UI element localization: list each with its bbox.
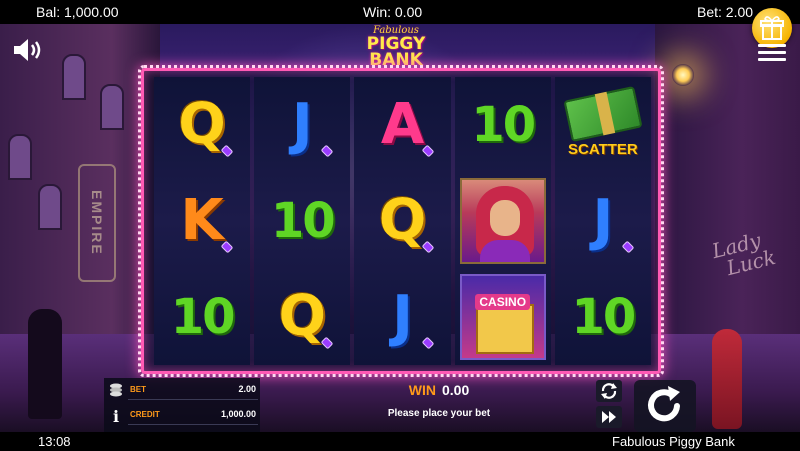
spin-icon[interactable] <box>634 380 696 432</box>
bottom-hud: i BET 2.00 CREDIT 1,000.00 WIN 0.00 Pleas… <box>104 378 696 432</box>
reel-symbol[interactable]: 10 <box>555 269 651 365</box>
reel-symbol[interactable]: K <box>154 173 250 269</box>
coins-icon[interactable] <box>108 382 124 398</box>
empire-sign: EMPIRE <box>78 164 116 282</box>
symbol-text: K <box>180 188 224 253</box>
building-window <box>100 84 124 130</box>
symbol-text: Q <box>278 284 327 349</box>
scatter-label: SCATTER <box>568 140 638 158</box>
autoplay-icon[interactable] <box>596 380 622 402</box>
bet-value: 2.00 <box>238 384 256 394</box>
portrait-dress <box>479 240 530 262</box>
bet-label: BET <box>130 385 146 394</box>
info-icon[interactable]: i <box>108 407 124 427</box>
symbol-text: 10 <box>270 193 336 249</box>
reel-frame: Q K 10 J 10 Q A Q J 10 CASINO SCATTER J 10 <box>138 65 664 377</box>
bet-row: BET 2.00 <box>128 380 258 400</box>
clock-time: 13:08 <box>38 434 71 449</box>
credit-value: 1,000.00 <box>220 409 256 419</box>
game-name: Fabulous Piggy Bank <box>612 434 735 449</box>
symbol-text: 10 <box>571 289 637 345</box>
building-window <box>8 134 32 180</box>
reel-symbol[interactable]: Q <box>254 269 350 365</box>
symbol-text: 10 <box>471 97 536 153</box>
man-silhouette <box>28 309 62 419</box>
reel-5: SCATTER J 10 <box>554 77 652 365</box>
menu-icon[interactable] <box>758 44 786 62</box>
gem-icon <box>321 144 334 158</box>
woman-figure <box>712 329 742 429</box>
money-stack-icon <box>563 85 643 142</box>
reel-symbol[interactable]: 10 <box>154 269 250 365</box>
reel-symbol[interactable]: J <box>555 173 651 269</box>
win-value: 0.00 <box>441 382 470 398</box>
reel-4: 10 CASINO <box>454 77 551 365</box>
reel-symbol[interactable] <box>455 173 551 269</box>
top-status-bar: Bal: 1,000.00 Win: 0.00 Bet: 2.00 <box>0 0 800 24</box>
symbol-text: A <box>380 92 425 157</box>
reel-1: Q K 10 <box>154 77 251 365</box>
logo-line3: BANK <box>369 50 423 70</box>
symbol-text: J <box>592 188 614 253</box>
street-lamp <box>672 64 694 86</box>
turbo-icon[interactable] <box>596 406 622 428</box>
speaker-icon[interactable] <box>12 36 44 64</box>
symbol-text: J <box>392 284 413 349</box>
gift-icon[interactable] <box>752 8 792 48</box>
credit-row: CREDIT 1,000.00 <box>128 405 258 425</box>
reel-symbol[interactable]: Q <box>354 173 450 269</box>
reel-symbol[interactable]: Q <box>154 77 250 173</box>
casino-symbol: CASINO <box>459 274 546 360</box>
win-label: WIN <box>408 382 436 398</box>
symbol-text: J <box>291 92 313 157</box>
scatter-symbol: SCATTER <box>561 84 645 166</box>
win-panel: WIN 0.00 Please place your bet <box>364 382 514 419</box>
casino-sign: CASINO <box>475 294 531 310</box>
reel-symbol[interactable]: J <box>354 269 450 365</box>
reel-symbol[interactable]: A <box>354 77 450 173</box>
symbol-text: Q <box>378 188 427 253</box>
reels-grid: Q K 10 J 10 Q A Q J 10 CASINO SCATTER J 10 <box>154 77 652 365</box>
status-message: Please place your bet <box>387 408 491 419</box>
bet-display: Bet: 2.00 <box>697 4 754 20</box>
bet-credit-panel: i BET 2.00 CREDIT 1,000.00 <box>104 378 260 432</box>
reel-symbol[interactable]: SCATTER <box>555 77 651 173</box>
portrait-face <box>489 200 520 236</box>
casino-building <box>475 304 534 354</box>
balance-display: Bal: 1,000.00 <box>36 4 119 20</box>
symbol-text: 10 <box>170 289 236 345</box>
reel-symbol[interactable]: 10 <box>455 77 551 173</box>
lady-portrait-symbol <box>459 178 546 264</box>
reel-symbol[interactable]: 10 <box>254 173 350 269</box>
reel-symbol[interactable]: CASINO <box>455 269 551 365</box>
building-window <box>62 54 86 100</box>
win-display: Win: 0.00 <box>363 4 423 20</box>
credit-label: CREDIT <box>130 410 160 419</box>
gem-icon <box>421 336 434 350</box>
gem-icon <box>621 240 635 254</box>
reel-2: J 10 Q <box>254 77 351 365</box>
device-status-bar: 13:08 Fabulous Piggy Bank <box>0 432 800 451</box>
building-window <box>38 184 62 230</box>
symbol-text: Q <box>178 92 226 157</box>
reel-symbol[interactable]: J <box>254 77 350 173</box>
reel-3: AQJ <box>354 77 451 365</box>
